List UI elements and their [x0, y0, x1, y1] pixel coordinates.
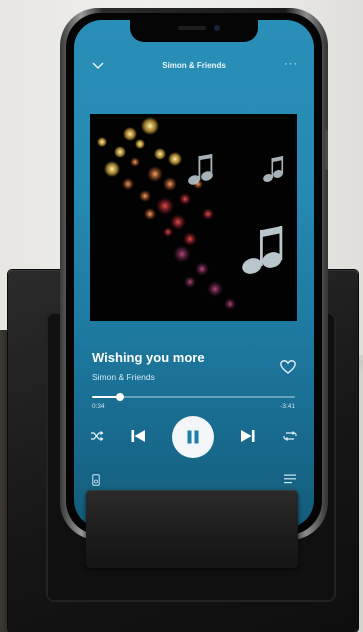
phone-notch [130, 20, 258, 42]
heart-icon[interactable] [280, 360, 296, 374]
album-art [90, 114, 297, 321]
queue-icon[interactable] [284, 474, 296, 484]
phone-screen: Simon & Friends ··· Wishing you more Sim… [74, 20, 314, 528]
chevron-down-icon[interactable] [92, 62, 104, 70]
album-art-image [90, 114, 297, 321]
playlist-title: Simon & Friends [162, 61, 226, 70]
pause-icon [187, 430, 199, 444]
artist-name[interactable]: Simon & Friends [92, 372, 155, 382]
more-icon[interactable]: ··· [284, 58, 298, 70]
play-pause-button[interactable] [172, 416, 214, 458]
earpiece [178, 26, 206, 30]
progress-bar[interactable] [92, 393, 295, 401]
progress-handle[interactable] [116, 393, 125, 401]
skip-previous-icon[interactable] [130, 428, 146, 444]
front-camera [214, 25, 220, 31]
shuffle-icon[interactable] [90, 430, 104, 442]
charging-dock [86, 490, 298, 568]
song-title: Wishing you more [92, 350, 205, 365]
remaining-time: -3:41 [280, 403, 295, 410]
repeat-icon[interactable] [283, 430, 297, 442]
phone-side-button [325, 130, 328, 170]
speaker-icon[interactable] [92, 474, 100, 486]
skip-next-icon[interactable] [240, 428, 256, 444]
playback-controls [74, 416, 314, 462]
elapsed-time: 0:34 [92, 403, 105, 410]
player-header: Simon & Friends ··· [74, 58, 314, 76]
